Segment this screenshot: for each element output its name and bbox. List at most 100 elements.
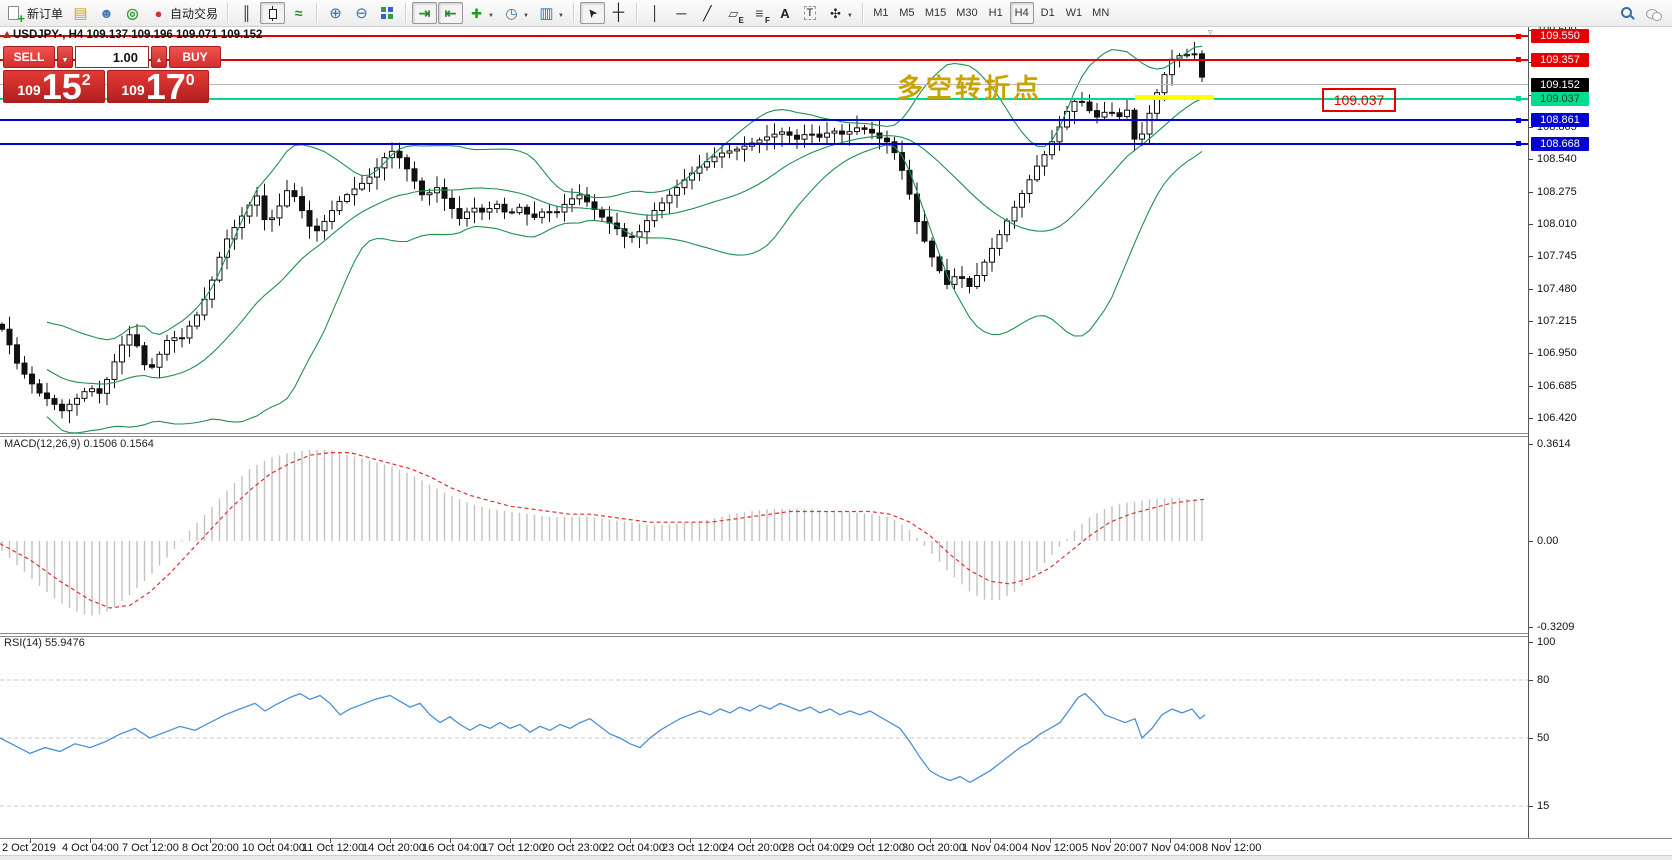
zoom-out-button[interactable] [349, 2, 374, 24]
channel-letter: E [739, 17, 744, 25]
level-handle[interactable] [1516, 96, 1521, 101]
auto-trading-icon [150, 5, 167, 22]
timeframe-H1[interactable]: H1 [984, 2, 1008, 24]
time-axis-label: 29 Oct 12:00 [842, 842, 905, 854]
search-button[interactable] [1615, 2, 1640, 24]
sell-price-button[interactable]: 109 15 2 [3, 70, 105, 103]
time-axis-label: 1 Nov 04:00 [962, 842, 1021, 854]
text-tool-button[interactable]: A [773, 2, 797, 24]
channel-tool-button[interactable]: E [721, 2, 746, 24]
time-axis-label: 22 Oct 04:00 [602, 842, 665, 854]
trendline-tool-button[interactable] [695, 2, 720, 24]
periods-button[interactable] [499, 2, 533, 24]
horizontal-scrollbar[interactable] [0, 855, 1672, 860]
vertical-line-icon [647, 5, 664, 22]
axis-tick-mark [1529, 444, 1533, 445]
time-axis-label: 30 Oct 20:00 [902, 842, 965, 854]
price-badge: 108.861 [1531, 113, 1589, 127]
symbol-marker-icon [3, 31, 11, 38]
chart-shift-button[interactable] [438, 2, 463, 24]
time-axis-label: 17 Oct 12:00 [482, 842, 545, 854]
search-icon [1619, 5, 1636, 22]
yellow-highlight-line[interactable] [1135, 95, 1214, 100]
navigator-button[interactable] [120, 2, 145, 24]
axis-tick-mark [1529, 386, 1533, 387]
text-label-tool-button[interactable]: T [798, 2, 822, 24]
timeframe-M15[interactable]: M15 [921, 2, 950, 24]
price-axis-tick: 106.685 [1537, 380, 1577, 392]
level-handle[interactable] [1516, 118, 1521, 123]
bar-chart-mode-button[interactable] [234, 2, 259, 24]
axis-tick-mark [1529, 192, 1533, 193]
candlestick-mode-button[interactable] [260, 2, 285, 24]
volume-up-button[interactable] [151, 46, 167, 68]
fibonacci-tool-button[interactable]: F [747, 2, 772, 24]
price-axis-tick: 108.275 [1537, 186, 1577, 198]
level-handle[interactable] [1516, 34, 1521, 39]
line-chart-mode-button[interactable] [286, 2, 311, 24]
axis-tick-mark [1529, 289, 1533, 290]
arrows-tool-button[interactable] [823, 2, 857, 24]
zoom-in-icon [327, 5, 344, 22]
vertical-line-tool-button[interactable] [643, 2, 668, 24]
timeframe-MN[interactable]: MN [1088, 2, 1113, 24]
auto-scroll-button[interactable] [412, 2, 437, 24]
time-axis-label: 7 Nov 04:00 [1142, 842, 1201, 854]
zoom-in-button[interactable] [323, 2, 348, 24]
buy-price-button[interactable]: 109 17 0 [107, 70, 209, 103]
sell-button[interactable]: SELL [3, 46, 55, 68]
pane-separator-rsi[interactable] [0, 633, 1672, 637]
axis-tick-mark [1529, 127, 1533, 128]
sell-price-big: 15 [42, 72, 82, 102]
time-axis-label: 8 Nov 12:00 [1202, 842, 1261, 854]
journal-button[interactable] [68, 2, 93, 24]
level-handle[interactable] [1516, 57, 1521, 62]
toolbar-separator [405, 3, 407, 23]
timeframe-M30[interactable]: M30 [952, 2, 981, 24]
indicator-axis-tick: 80 [1537, 674, 1549, 686]
timeframe-M1[interactable]: M1 [869, 2, 893, 24]
toolbar-separator [636, 3, 638, 23]
price-level-line[interactable] [0, 59, 1528, 61]
crosshair-tool-button[interactable] [606, 2, 631, 24]
indicators-button[interactable] [464, 2, 498, 24]
timeframe-D1[interactable]: D1 [1036, 2, 1060, 24]
price-axis-tick: 106.950 [1537, 347, 1577, 359]
price-badge: 109.550 [1531, 29, 1589, 43]
chat-button[interactable] [1641, 2, 1666, 24]
cursor-tool-button[interactable] [580, 2, 605, 24]
axis-tick-mark [1529, 159, 1533, 160]
sell-price-sup: 2 [82, 72, 91, 90]
price-level-line[interactable] [0, 98, 1528, 100]
volume-down-button[interactable] [57, 46, 73, 68]
timeframe-W1[interactable]: W1 [1062, 2, 1087, 24]
profile-button[interactable] [94, 2, 119, 24]
timeframe-H4[interactable]: H4 [1010, 2, 1034, 24]
price-level-line[interactable] [0, 119, 1528, 121]
tile-windows-button[interactable] [375, 2, 400, 24]
axis-tick-mark [1529, 627, 1533, 628]
bar-chart-icon [238, 5, 255, 22]
horizontal-line-tool-button[interactable] [669, 2, 694, 24]
time-axis-label: 24 Oct 20:00 [722, 842, 785, 854]
mt4-window: 新订单 自动交易 [0, 0, 1672, 860]
zoom-out-icon [353, 5, 370, 22]
price-level-line[interactable] [0, 143, 1528, 145]
time-axis-label: 20 Oct 23:00 [542, 842, 605, 854]
auto-trading-button[interactable]: 自动交易 [146, 2, 222, 24]
volume-input[interactable] [75, 46, 149, 68]
chart-canvas[interactable] [0, 0, 1672, 860]
price-badge: 109.357 [1531, 53, 1589, 67]
navigator-icon [124, 5, 141, 22]
price-level-line[interactable] [0, 84, 1528, 85]
tile-windows-icon [379, 5, 396, 22]
new-order-button[interactable]: 新订单 [3, 2, 67, 24]
pane-separator-macd[interactable] [0, 433, 1672, 437]
timeframe-M5[interactable]: M5 [895, 2, 919, 24]
templates-button[interactable] [534, 2, 568, 24]
price-callout-box[interactable]: 109.037 [1322, 88, 1396, 112]
macd-indicator-label: MACD(12,26,9) 0.1506 0.1564 [4, 438, 154, 450]
level-handle[interactable] [1516, 141, 1521, 146]
buy-button[interactable]: BUY [169, 46, 221, 68]
chart-annotation-text[interactable]: 多空转折点 [897, 68, 1042, 105]
